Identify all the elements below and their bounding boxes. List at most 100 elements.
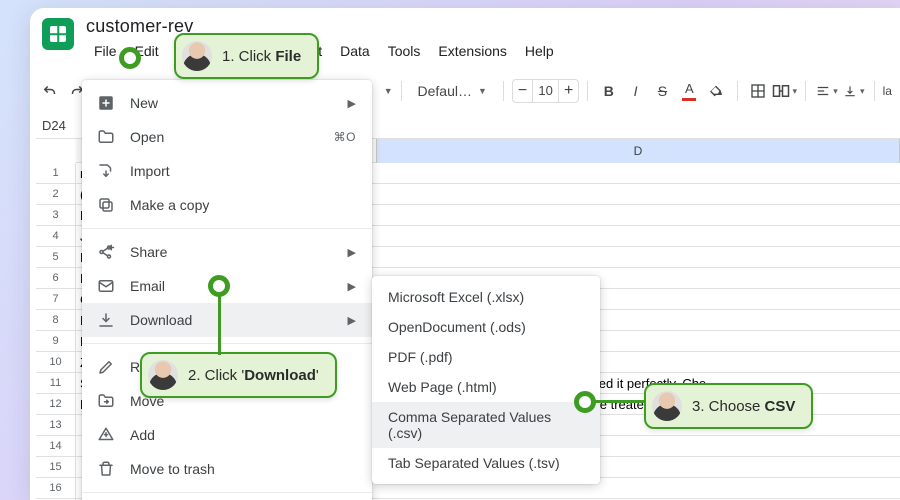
avatar: [182, 41, 212, 71]
download-option-2[interactable]: PDF (.pdf): [372, 342, 600, 372]
v-align-button[interactable]: ▾: [841, 77, 866, 105]
file-menu-import[interactable]: Import: [82, 154, 372, 188]
decrease-font-button[interactable]: −: [513, 80, 532, 102]
menu-item-label: Tab Separated Values (.tsv): [388, 455, 560, 471]
callout-3-connector: [595, 400, 645, 403]
download-option-0[interactable]: Microsoft Excel (.xlsx): [372, 282, 600, 312]
row-number[interactable]: 9: [36, 331, 76, 352]
menu-tools[interactable]: Tools: [380, 39, 429, 63]
text-color-button[interactable]: A: [677, 77, 702, 105]
download-icon: [96, 310, 116, 330]
submenu-arrow-icon: ▶: [348, 97, 356, 110]
menu-item-label: Share: [130, 244, 167, 260]
row-number[interactable]: 7: [36, 289, 76, 310]
undo-button[interactable]: [38, 77, 63, 105]
row-number[interactable]: 16: [36, 478, 76, 499]
font-size-value[interactable]: 10: [532, 80, 559, 102]
add-drive-icon: [96, 425, 116, 445]
row-number[interactable]: 6: [36, 268, 76, 289]
italic-button[interactable]: I: [623, 77, 648, 105]
menubar: File Edit View Insert Format Data Tools …: [86, 39, 562, 63]
callout-2: 2. Click 'Download': [140, 352, 337, 398]
menu-item-label: Import: [130, 163, 170, 179]
submenu-arrow-icon: ▶: [348, 246, 356, 259]
menu-item-label: OpenDocument (.ods): [388, 319, 526, 335]
shortcut: ⌘O: [334, 130, 356, 144]
chevron-down-icon[interactable]: ▼: [384, 86, 393, 96]
h-align-button[interactable]: ▾: [814, 77, 839, 105]
row-number[interactable]: 14: [36, 436, 76, 457]
menu-item-label: Download: [130, 312, 192, 328]
callout-2-marker: [208, 275, 230, 297]
file-menu-download[interactable]: Download ▶: [82, 303, 372, 337]
menu-item-label: Email: [130, 278, 165, 294]
font-size-stepper[interactable]: − 10 +: [512, 79, 580, 103]
increase-font-button[interactable]: +: [559, 80, 578, 102]
row-number[interactable]: 5: [36, 247, 76, 268]
callout-3-marker: [574, 391, 596, 413]
menu-data[interactable]: Data: [332, 39, 378, 63]
menu-extensions[interactable]: Extensions: [430, 39, 514, 63]
menu-item-label: Open: [130, 129, 164, 145]
row-number[interactable]: 15: [36, 457, 76, 478]
toolbar-overflow: la: [883, 84, 892, 98]
folder-icon: [96, 127, 116, 147]
font-select[interactable]: Defaul…▼: [410, 78, 495, 104]
bold-button[interactable]: B: [596, 77, 621, 105]
column-header-d[interactable]: D: [376, 139, 900, 163]
callout-1: 1. Click File: [174, 33, 319, 79]
submenu-arrow-icon: ▶: [348, 314, 356, 327]
row-number[interactable]: 12: [36, 394, 76, 415]
borders-button[interactable]: [745, 77, 770, 105]
download-option-3[interactable]: Web Page (.html): [372, 372, 600, 402]
row-number[interactable]: 10: [36, 352, 76, 373]
callout-3: 3. Choose CSV: [644, 383, 813, 429]
menu-item-label: New: [130, 95, 158, 111]
row-number[interactable]: 3: [36, 205, 76, 226]
merge-button[interactable]: ▾: [772, 77, 797, 105]
row-number[interactable]: 8: [36, 310, 76, 331]
document-title[interactable]: customer-rev: [86, 14, 562, 37]
avatar: [148, 360, 178, 390]
file-menu-new[interactable]: New ▶: [82, 86, 372, 120]
copy-icon: [96, 195, 116, 215]
download-option-5[interactable]: Tab Separated Values (.tsv): [372, 448, 600, 478]
file-menu-trash[interactable]: Move to trash: [82, 452, 372, 486]
plus-box-icon: [96, 93, 116, 113]
submenu-arrow-icon: ▶: [348, 280, 356, 293]
menu-item-label: Web Page (.html): [388, 379, 497, 395]
menu-item-label: Add: [130, 427, 155, 443]
strike-button[interactable]: S: [650, 77, 675, 105]
share-icon: [96, 242, 116, 262]
file-menu-share[interactable]: Share ▶: [82, 235, 372, 269]
row-number[interactable]: 4: [36, 226, 76, 247]
header: customer-rev File Edit View Insert Forma…: [30, 8, 900, 63]
fill-color-button[interactable]: [704, 77, 729, 105]
row-number[interactable]: 1: [36, 163, 76, 184]
download-option-4[interactable]: Comma Separated Values (.csv): [372, 402, 600, 448]
sheets-logo: [42, 18, 74, 50]
menu-item-label: Move to trash: [130, 461, 215, 477]
row-number[interactable]: 13: [36, 415, 76, 436]
menu-item-label: Comma Separated Values (.csv): [388, 409, 584, 441]
callout-1-marker: [119, 47, 141, 69]
avatar: [652, 391, 682, 421]
menu-help[interactable]: Help: [517, 39, 562, 63]
import-icon: [96, 161, 116, 181]
callout-2-connector: [218, 295, 221, 355]
menu-item-label: Make a copy: [130, 197, 209, 213]
mail-icon: [96, 276, 116, 296]
row-number[interactable]: 2: [36, 184, 76, 205]
download-option-1[interactable]: OpenDocument (.ods): [372, 312, 600, 342]
pencil-icon: [96, 357, 116, 377]
cell-reference-box[interactable]: D24: [38, 118, 82, 140]
move-folder-icon: [96, 391, 116, 411]
trash-icon: [96, 459, 116, 479]
download-submenu: Microsoft Excel (.xlsx) OpenDocument (.od…: [372, 276, 600, 484]
row-number[interactable]: 11: [36, 373, 76, 394]
file-menu-add[interactable]: Add: [82, 418, 372, 452]
file-menu-copy[interactable]: Make a copy: [82, 188, 372, 222]
menu-item-label: Microsoft Excel (.xlsx): [388, 289, 524, 305]
file-menu-open[interactable]: Open ⌘O: [82, 120, 372, 154]
menu-item-label: PDF (.pdf): [388, 349, 453, 365]
